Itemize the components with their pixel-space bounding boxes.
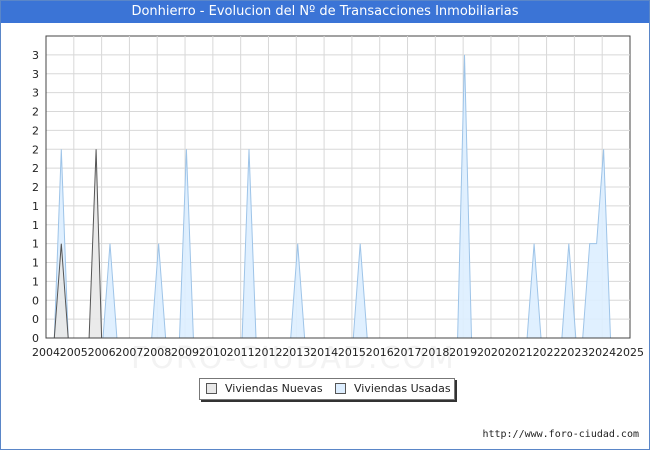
y-tick-label: 1 xyxy=(32,238,39,251)
x-tick-label: 2004 xyxy=(32,346,60,359)
x-tick-label: 2007 xyxy=(115,346,143,359)
y-tick-label: 2 xyxy=(32,143,39,156)
x-tick-label: 2012 xyxy=(254,346,282,359)
legend: Viviendas Nuevas Viviendas Usadas xyxy=(199,378,455,400)
footer-url: http://www.foro-ciudad.com xyxy=(482,429,639,440)
legend-swatch-nuevas xyxy=(206,383,217,394)
y-tick-label: 2 xyxy=(32,162,39,175)
x-tick-label: 2010 xyxy=(199,346,227,359)
chart-frame: Donhierro - Evolucion del Nº de Transacc… xyxy=(0,0,650,450)
x-tick-label: 2025 xyxy=(616,346,644,359)
x-tick-label: 2011 xyxy=(227,346,255,359)
y-tick-label: 2 xyxy=(32,124,39,137)
legend-item-usadas: Viviendas Usadas xyxy=(335,382,451,395)
x-tick-label: 2017 xyxy=(394,346,422,359)
x-tick-label: 2021 xyxy=(505,346,533,359)
y-tick-label: 3 xyxy=(32,87,39,100)
x-tick-label: 2006 xyxy=(88,346,116,359)
y-tick-label: 1 xyxy=(32,275,39,288)
x-tick-label: 2018 xyxy=(421,346,449,359)
x-tick-label: 2015 xyxy=(338,346,366,359)
y-tick-label: 1 xyxy=(32,219,39,232)
y-tick-label: 3 xyxy=(32,68,39,81)
y-tick-label: 2 xyxy=(32,106,39,119)
x-tick-label: 2022 xyxy=(533,346,561,359)
y-tick-label: 1 xyxy=(32,200,39,213)
y-tick-label: 3 xyxy=(32,49,39,62)
x-tick-label: 2005 xyxy=(60,346,88,359)
y-tick-label: 0 xyxy=(32,332,39,345)
x-tick-label: 2013 xyxy=(282,346,310,359)
x-tick-label: 2014 xyxy=(310,346,338,359)
legend-swatch-usadas xyxy=(335,383,346,394)
x-tick-label: 2016 xyxy=(366,346,394,359)
y-tick-label: 1 xyxy=(32,257,39,270)
x-tick-label: 2009 xyxy=(171,346,199,359)
x-tick-label: 2024 xyxy=(588,346,616,359)
y-tick-label: 2 xyxy=(32,181,39,194)
x-tick-label: 2019 xyxy=(449,346,477,359)
x-tick-label: 2023 xyxy=(560,346,588,359)
y-tick-label: 0 xyxy=(32,313,39,326)
legend-item-nuevas: Viviendas Nuevas xyxy=(206,382,323,395)
legend-label-usadas: Viviendas Usadas xyxy=(354,382,451,395)
y-tick-label: 0 xyxy=(32,294,39,307)
legend-label-nuevas: Viviendas Nuevas xyxy=(225,382,323,395)
x-tick-label: 2008 xyxy=(143,346,171,359)
x-tick-label: 2020 xyxy=(477,346,505,359)
